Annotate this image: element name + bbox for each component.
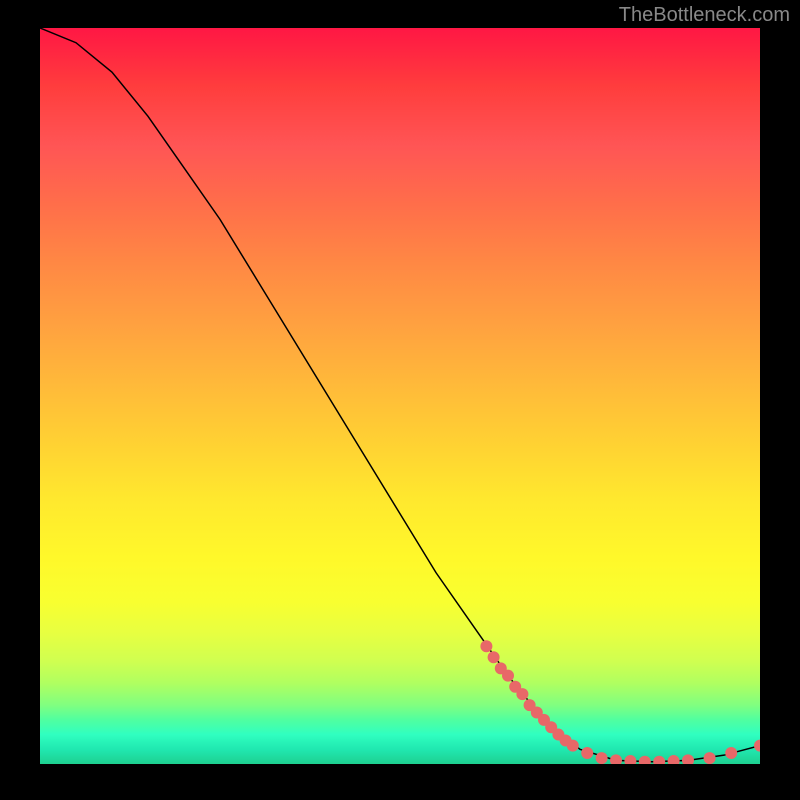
- data-point: [596, 752, 608, 764]
- data-point: [668, 755, 680, 764]
- data-point: [725, 747, 737, 759]
- data-point: [567, 740, 579, 752]
- data-point: [653, 756, 665, 764]
- data-point: [488, 651, 500, 663]
- attribution-text: TheBottleneck.com: [619, 4, 790, 27]
- chart-svg: [40, 28, 760, 764]
- data-markers: [480, 640, 760, 764]
- data-point: [516, 688, 528, 700]
- data-point: [704, 752, 716, 764]
- data-point: [682, 754, 694, 764]
- data-point: [754, 740, 760, 752]
- data-point: [581, 747, 593, 759]
- bottleneck-curve: [40, 28, 760, 762]
- data-point: [624, 755, 636, 764]
- data-point: [480, 640, 492, 652]
- data-point: [610, 754, 622, 764]
- data-point: [639, 756, 651, 764]
- chart-plot-area: [40, 28, 760, 764]
- data-point: [502, 670, 514, 682]
